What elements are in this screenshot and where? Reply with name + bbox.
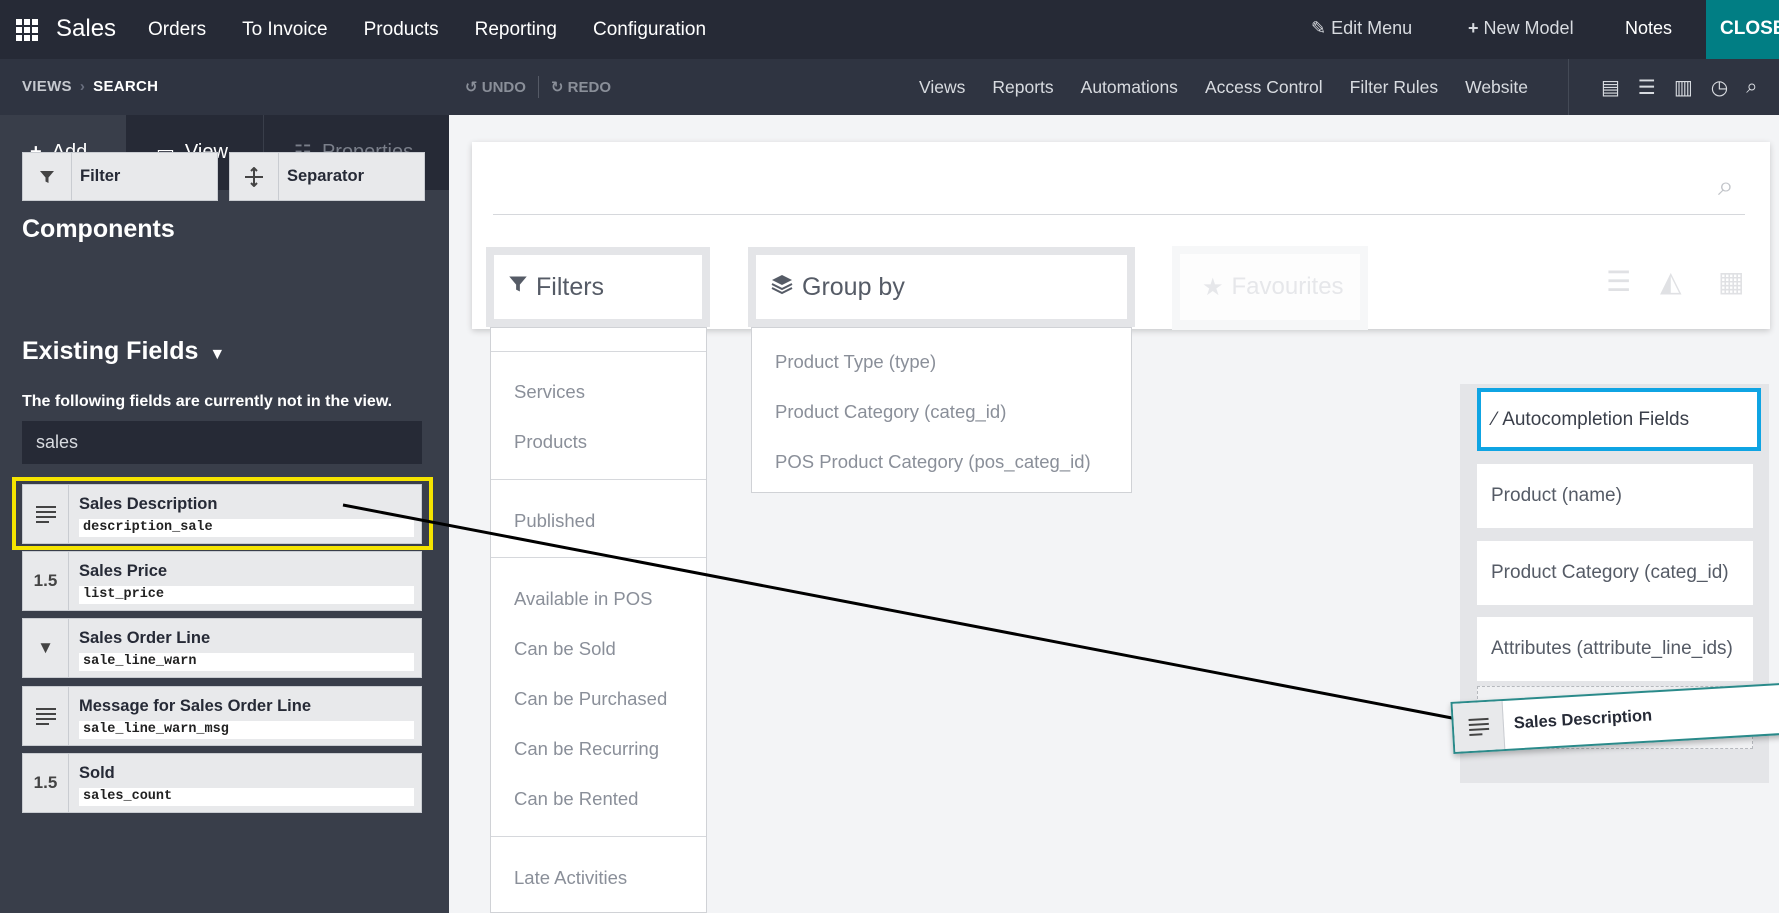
groupby-button[interactable]: Group by [748,247,1135,327]
float-icon: 1.5 [23,552,69,610]
redo-button[interactable]: ↻ REDO [551,78,611,96]
menu-reporting[interactable]: Reporting [475,19,557,41]
search-icon: ⌕ [1718,170,1734,201]
groupby-item[interactable]: POS Product Category (pos_categ_id) [775,451,1091,473]
filter-item[interactable]: Can be Purchased [514,688,667,710]
history-icon[interactable]: ◷ [1711,75,1728,100]
filter-item[interactable]: Available in POS [514,588,653,610]
filter-component[interactable]: Filter [22,152,218,201]
float-icon: 1.5 [23,754,69,812]
studio-subbar: VIEWS › SEARCH ↺ UNDO ↻ REDO Views Reports… [0,59,1779,115]
studio-menu-filter-rules[interactable]: Filter Rules [1350,77,1439,98]
autocompletion-item[interactable]: Product Category (categ_id) [1477,541,1753,605]
field-card-message-sales-order-line[interactable]: Message for Sales Order Line sale_line_w… [22,686,422,746]
menu-configuration[interactable]: Configuration [593,19,706,41]
favourites-button[interactable]: ★ Favourites [1172,246,1368,330]
groupby-item[interactable]: Product Type (type) [775,351,936,373]
filter-item[interactable]: Can be Recurring [514,738,659,760]
plus-icon: + [1468,18,1479,38]
breadcrumb: VIEWS › SEARCH [22,78,159,95]
undo-icon: ↺ [465,79,478,96]
studio-menu-reports[interactable]: Reports [992,77,1053,98]
star-icon: ★ [1202,273,1224,301]
existing-fields-desc: The following fields are currently not i… [22,393,393,410]
list-view-icon[interactable]: ☰ [1638,75,1656,100]
autocompletion-title[interactable]: ⁄ Autocompletion Fields [1477,388,1761,451]
pencil-icon: ✎ [1311,18,1327,38]
filter-item[interactable]: Published [514,510,595,532]
field-card-sales-order-line[interactable]: ▼ Sales Order Line sale_line_warn [22,618,422,678]
close-button[interactable]: CLOSE [1706,0,1779,59]
app-brand[interactable]: Sales [56,15,116,43]
layers-icon [770,273,794,302]
text-lines-icon [23,687,69,745]
edit-menu-button[interactable]: ✎ Edit Menu [1311,18,1412,39]
search-icon[interactable]: ⌕ [1746,76,1757,99]
top-menu: Orders To Invoice Products Reporting Con… [148,19,706,41]
highlight-box [12,477,433,550]
notes-button[interactable]: Notes [1625,18,1672,39]
redo-icon: ↻ [550,79,564,96]
menu-to-invoice[interactable]: To Invoice [242,19,328,41]
autocompletion-item[interactable]: Attributes (attribute_line_ids) [1477,617,1753,681]
form-view-icon[interactable]: ▤ [1601,75,1620,100]
menu-products[interactable]: Products [364,19,439,41]
filter-item[interactable]: Can be Rented [514,788,638,810]
groupby-dropdown: Product Type (type) Product Category (ca… [751,327,1132,493]
kanban-view-icon[interactable]: ▥ [1674,75,1693,100]
search-input-line[interactable] [493,214,1745,215]
separator-icon [230,153,279,200]
groupby-item[interactable]: Product Category (categ_id) [775,401,1006,423]
filter-icon [23,153,72,200]
studio-menu-website[interactable]: Website [1465,77,1528,98]
menu-orders[interactable]: Orders [148,19,206,41]
view-icons: ▤ ☰ ▥ ◷ ⌕ [1568,59,1757,115]
filter-item[interactable]: Late Activities [514,867,627,889]
text-lines-icon [1452,701,1506,752]
filters-dropdown: Services Products Published Available in… [490,327,707,913]
filter-item[interactable]: Products [514,431,587,453]
filter-item[interactable]: Services [514,381,585,403]
studio-menu-views[interactable]: Views [919,77,965,98]
filter-icon [508,273,528,301]
separator-component[interactable]: Separator [229,152,425,201]
kanban-view-icon[interactable]: ▦ [1718,265,1744,298]
new-model-button[interactable]: + New Model [1468,18,1574,39]
apps-menu-icon[interactable] [16,19,38,41]
filter-item[interactable]: Can be Sold [514,638,616,660]
magic-wand-icon: ⁄ [1493,408,1497,430]
undo-button[interactable]: ↺ UNDO [465,78,526,96]
studio-menu-access-control[interactable]: Access Control [1205,77,1323,98]
studio-menu: Views Reports Automations Access Control… [919,77,1528,98]
caret-down-icon: ▼ [209,346,226,363]
existing-fields-toggle[interactable]: Existing Fields ▼ [22,337,225,366]
top-navbar: Sales Orders To Invoice Products Reporti… [0,0,1779,59]
caret-down-icon: ▼ [23,619,69,677]
breadcrumb-search: SEARCH [93,78,159,95]
breadcrumb-views[interactable]: VIEWS [22,78,72,95]
field-card-sales-price[interactable]: 1.5 Sales Price list_price [22,551,422,611]
list-view-icon[interactable]: ☰ [1606,265,1631,298]
graph-view-icon[interactable]: ◭ [1660,265,1682,298]
studio-menu-automations[interactable]: Automations [1081,77,1178,98]
field-card-sold[interactable]: 1.5 Sold sales_count [22,753,422,813]
components-heading: Components [22,215,175,243]
filters-button[interactable]: Filters [486,247,710,327]
undo-redo: ↺ UNDO ↻ REDO [465,76,611,98]
autocompletion-item[interactable]: Product (name) [1477,464,1753,528]
fields-search-input[interactable] [22,421,422,464]
